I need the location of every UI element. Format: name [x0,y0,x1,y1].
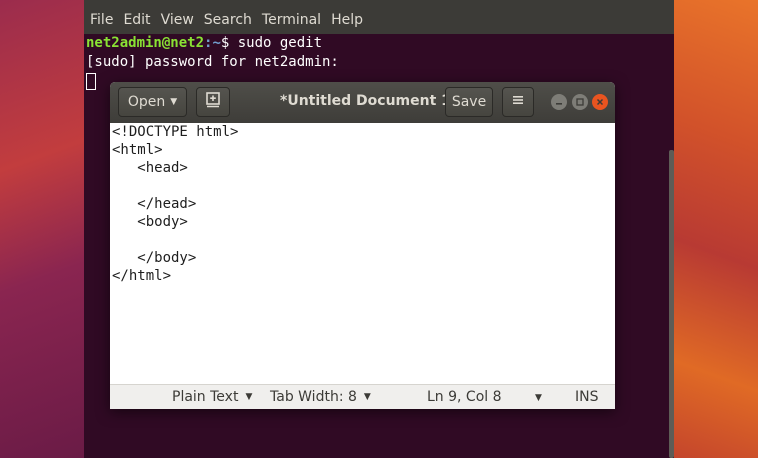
insert-mode-indicator: INS [575,389,599,405]
gedit-window[interactable]: Open ▼ *Untitled Document 1 Save <!DOCTY… [110,82,615,409]
status-bar: Plain Text ▼ Tab Width: 8 ▼ Ln 9, Col 8 … [110,384,615,409]
editor-line: <html> [112,142,163,158]
editor-line: <body> [112,214,188,230]
desktop-wallpaper-left [0,0,86,458]
gedit-headerbar: Open ▼ *Untitled Document 1 Save [110,82,615,123]
editor-line: </head> [112,196,197,212]
command-line: net2admin@net2:~$ sudo gedit [86,34,339,53]
menu-view[interactable]: View [161,12,194,28]
close-icon[interactable] [592,94,608,110]
new-document-button[interactable] [196,87,230,117]
save-button[interactable]: Save [445,87,493,117]
menu-terminal[interactable]: Terminal [262,12,321,28]
hamburger-menu-icon [512,94,524,110]
prompt-symbol: $ [220,35,238,51]
document-title: *Untitled Document 1 [280,93,451,109]
terminal-scrollbar[interactable] [669,150,674,458]
tab-width-selector[interactable]: Tab Width: 8 ▼ [270,389,371,405]
menu-help[interactable]: Help [331,12,363,28]
open-button[interactable]: Open ▼ [118,87,187,117]
command-text: sudo gedit [237,35,323,51]
prompt-user: net2admin@net2 [86,35,205,51]
text-editor-area[interactable]: <!DOCTYPE html> <html> <head> </head> <b… [112,123,613,384]
hamburger-menu-button[interactable] [502,87,534,117]
cursor-position[interactable]: Ln 9, Col 8 [427,389,502,405]
tab-width-label: Tab Width: 8 [270,389,357,405]
minimize-icon[interactable] [551,94,567,110]
terminal-cursor [86,72,96,90]
chevron-down-icon[interactable]: ▼ [535,393,542,403]
editor-line: <!DOCTYPE html> [112,124,239,140]
prompt-path: :~ [204,35,221,51]
chevron-down-icon: ▼ [170,97,178,107]
maximize-icon[interactable] [572,94,588,110]
menu-edit[interactable]: Edit [123,12,150,28]
editor-line: <head> [112,160,188,176]
terminal-menubar: File Edit View Search Terminal Help [84,6,674,34]
language-label: Plain Text [172,389,239,405]
chevron-down-icon: ▼ [363,392,371,402]
open-button-label: Open [127,94,166,110]
editor-line: </body> [112,250,197,266]
language-selector[interactable]: Plain Text ▼ [172,389,252,405]
menu-file[interactable]: File [90,12,113,28]
chevron-down-icon: ▼ [245,392,253,402]
editor-line: </html> [112,268,172,284]
new-document-icon [205,92,221,112]
password-prompt: [sudo] password for net2admin: [86,54,339,70]
menu-search[interactable]: Search [204,12,252,28]
desktop-wallpaper-right [672,0,758,458]
